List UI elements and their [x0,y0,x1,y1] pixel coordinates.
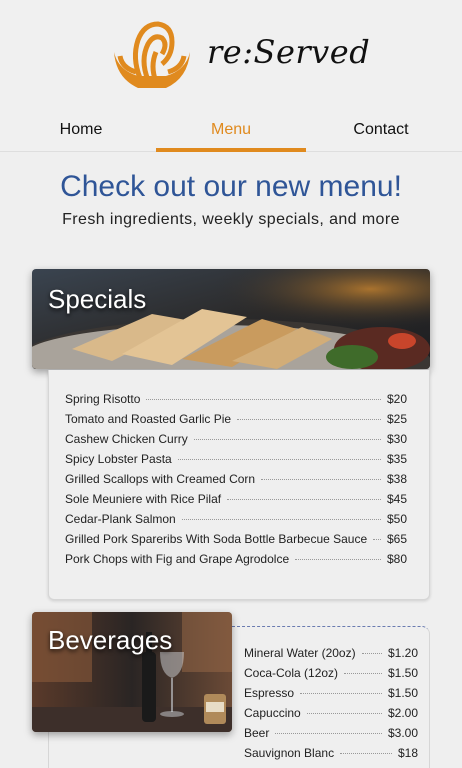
menu-item[interactable]: Cashew Chicken Curry $30 [65,432,407,452]
specials-card[interactable]: Specials [32,269,430,369]
beverages-menu-list: Mineral Water (20oz) $1.20 Coca-Cola (12… [232,626,430,768]
site-header: re:Served Home Menu Contact [0,0,462,152]
menu-item-name: Spicy Lobster Pasta [65,452,172,466]
nav-item-home[interactable]: Home [6,112,156,152]
menu-item[interactable]: Pork Chops with Fig and Grape Agrodolce … [65,552,407,572]
main-nav: Home Menu Contact [6,112,456,152]
dot-leader [261,479,381,480]
menu-item-name: Grilled Scallops with Creamed Corn [65,472,256,486]
menu-item[interactable]: Grilled Pork Spareribs With Soda Bottle … [65,532,407,552]
menu-item[interactable]: Espresso $1.50 [244,686,418,706]
menu-item-name: Coca-Cola (12oz) [244,666,339,680]
dot-leader [237,419,381,420]
menu-item-name: Pork Chops with Fig and Grape Agrodolce [65,552,290,566]
dot-leader [193,439,381,440]
menu-item-price: $1.50 [387,666,418,680]
dot-leader [344,673,382,674]
dot-leader [177,459,381,460]
menu-item-price: $18 [397,746,418,760]
menu-item-name: Sole Meuniere with Rice Pilaf [65,492,222,506]
menu-item-price: $30 [386,432,407,446]
page-subtitle: Fresh ingredients, weekly specials, and … [62,211,400,228]
page-title: Check out our new menu! [60,170,402,203]
menu-item-price: $25 [386,412,407,426]
menu-item[interactable]: Beer $3.00 [244,726,418,746]
menu-item-price: $50 [386,512,407,526]
specials-title: Specials [48,284,147,314]
menu-item-price: $35 [386,452,407,466]
dot-leader [373,539,381,540]
menu-item-name: Espresso [244,686,295,700]
dot-leader [361,653,382,654]
dot-leader [340,753,392,754]
brand-name: re:Served [207,33,371,71]
menu-item[interactable]: Spring Risotto $20 [65,392,407,412]
menu-item-price: $65 [386,532,407,546]
beverages-title: Beverages [48,625,173,655]
nav-item-menu[interactable]: Menu [156,112,306,152]
menu-item-name: Cashew Chicken Curry [65,432,188,446]
menu-item-name: Cedar-Plank Salmon [65,512,176,526]
specials-menu-list: Spring Risotto $20 Tomato and Roasted Ga… [48,370,430,600]
menu-item-name: Tomato and Roasted Garlic Pie [65,412,232,426]
menu-item-name: Beer [244,726,270,740]
menu-item[interactable]: Sole Meuniere with Rice Pilaf $45 [65,492,407,512]
menu-item-name: Capuccino [244,706,301,720]
dot-leader [227,499,381,500]
dot-leader [300,693,382,694]
menu-item[interactable]: Coca-Cola (12oz) $1.50 [244,666,418,686]
beverages-card[interactable]: Beverages [32,612,232,732]
menu-item-price: $20 [386,392,407,406]
menu-item[interactable]: Tomato and Roasted Garlic Pie $25 [65,412,407,432]
restaurant-logo-icon[interactable] [110,18,194,92]
menu-item-name: Mineral Water (20oz) [244,646,356,660]
menu-item-name: Grilled Pork Spareribs With Soda Bottle … [65,532,368,546]
menu-item-price: $1.20 [387,646,418,660]
menu-item-price: $1.50 [387,686,418,700]
menu-item-price: $38 [386,472,407,486]
panel-border [48,732,49,768]
dot-leader [306,713,382,714]
menu-item[interactable]: Sauvignon Blanc $18 [244,746,418,766]
menu-item-price: $80 [386,552,407,566]
menu-item-price: $2.00 [387,706,418,720]
nav-item-contact[interactable]: Contact [306,112,456,152]
menu-item[interactable]: Cedar-Plank Salmon $50 [65,512,407,532]
dot-leader [146,399,381,400]
menu-item[interactable]: Mineral Water (20oz) $1.20 [244,646,418,666]
menu-item[interactable]: Grilled Scallops with Creamed Corn $38 [65,472,407,492]
dot-leader [295,559,381,560]
menu-item-price: $3.00 [387,726,418,740]
menu-item-price: $45 [386,492,407,506]
menu-item-name: Sauvignon Blanc [244,746,335,760]
dot-leader [181,519,381,520]
menu-item[interactable]: Capuccino $2.00 [244,706,418,726]
menu-item[interactable]: Spicy Lobster Pasta $35 [65,452,407,472]
dot-leader [275,733,382,734]
menu-item-name: Spring Risotto [65,392,141,406]
